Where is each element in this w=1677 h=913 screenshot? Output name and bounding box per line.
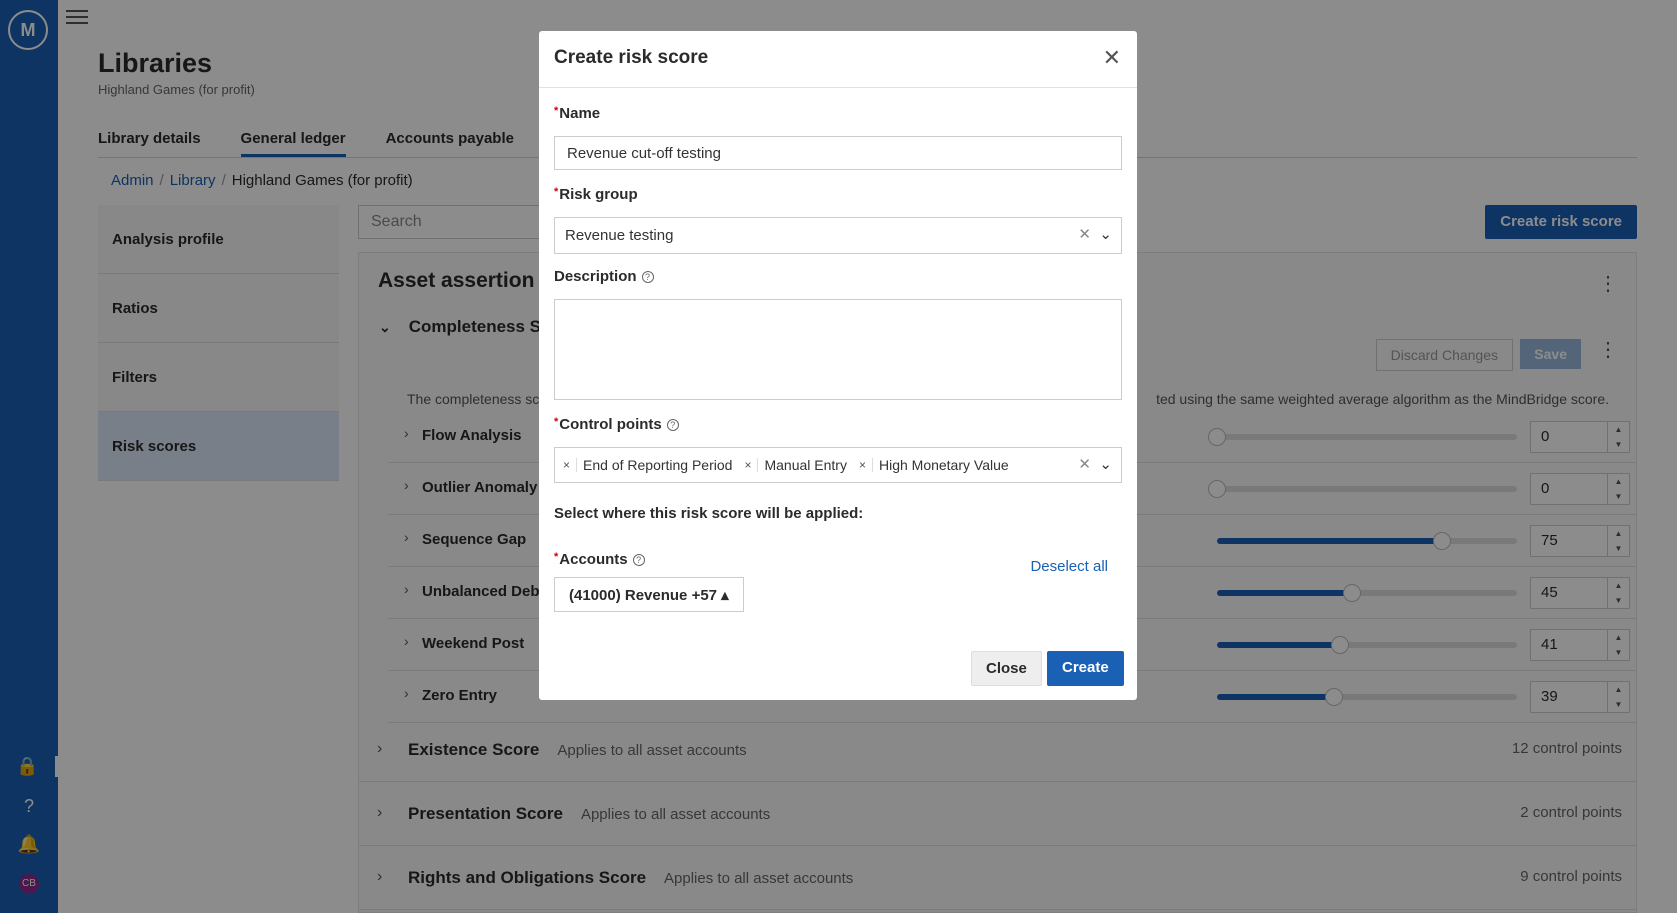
chevron-down-icon[interactable]: ⌄ (1099, 455, 1112, 473)
control-point-chip: × High Monetary Value (858, 457, 1009, 473)
accounts-dropdown[interactable]: (41000) Revenue +57 ▴ (554, 577, 744, 612)
help-icon[interactable]: ? (666, 419, 679, 432)
description-textarea[interactable] (554, 299, 1122, 400)
control-point-chip: × End of Reporting Period (563, 457, 733, 473)
help-icon[interactable]: ? (632, 554, 645, 567)
control-points-label: *Control points? (554, 416, 679, 433)
remove-chip-icon[interactable]: × (744, 458, 759, 472)
control-points-select[interactable]: × End of Reporting Period × Manual Entry ×… (554, 447, 1122, 483)
remove-chip-icon[interactable]: × (563, 458, 578, 472)
apply-label: Select where this risk score will be app… (554, 505, 864, 522)
dialog-title: Create risk score (554, 47, 709, 68)
create-risk-score-dialog: Create risk score ✕ *Name Revenue cut-of… (539, 31, 1137, 700)
risk-group-select[interactable]: Revenue testing ✕ ⌄ (554, 217, 1122, 254)
description-label: Description? (554, 268, 654, 285)
help-icon[interactable]: ? (641, 271, 654, 284)
chevron-down-icon[interactable]: ⌄ (1099, 225, 1112, 243)
remove-chip-icon[interactable]: × (859, 458, 873, 472)
name-label: *Name (554, 105, 601, 122)
close-button[interactable]: Close (971, 651, 1042, 686)
deselect-all-link[interactable]: Deselect all (1030, 558, 1108, 575)
name-field[interactable]: Revenue cut-off testing (554, 136, 1122, 170)
create-button[interactable]: Create (1047, 651, 1124, 686)
accounts-label: *Accounts? (554, 551, 645, 568)
clear-icon[interactable]: ✕ (1078, 455, 1091, 473)
risk-group-label: *Risk group (554, 186, 638, 203)
control-point-chip: × Manual Entry (744, 457, 847, 473)
clear-icon[interactable]: ✕ (1078, 225, 1091, 243)
close-icon[interactable]: ✕ (1103, 45, 1121, 71)
